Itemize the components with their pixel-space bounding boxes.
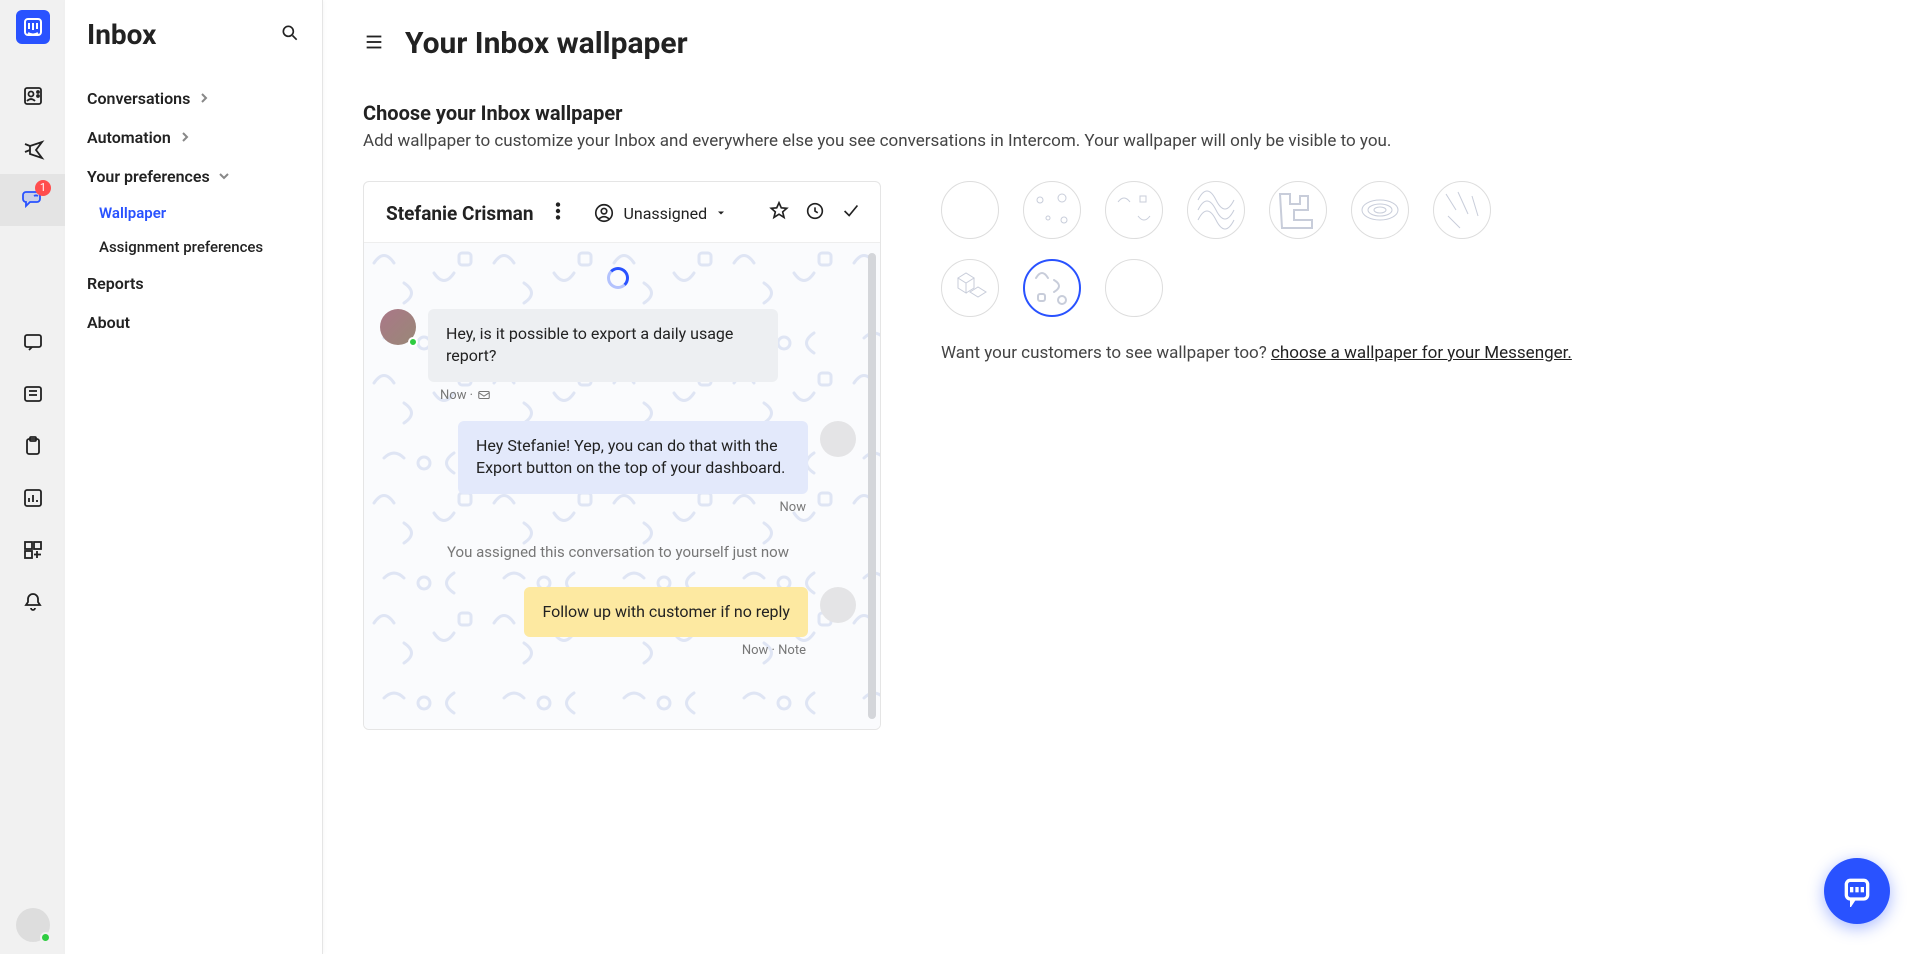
- panel-title: Inbox: [87, 18, 156, 51]
- nav-wallpaper[interactable]: Wallpaper: [99, 196, 300, 230]
- chevron-down-icon: [218, 167, 230, 186]
- toggle-nav-button[interactable]: [363, 31, 385, 57]
- nav-automation[interactable]: Automation: [87, 118, 300, 157]
- wallpaper-option-shards[interactable]: [1433, 181, 1491, 239]
- incoming-message: Hey, is it possible to export a daily us…: [428, 309, 778, 382]
- mail-icon: [477, 388, 491, 402]
- rail-user-avatar[interactable]: [16, 908, 50, 942]
- rail-apps[interactable]: [0, 524, 65, 576]
- wallpaper-option-topo[interactable]: [1351, 181, 1409, 239]
- chevron-right-icon: [198, 89, 210, 108]
- wallpaper-option-wave[interactable]: [1105, 181, 1163, 239]
- wallpaper-picker: Want your customers to see wallpaper too…: [941, 181, 1572, 363]
- icon-rail: 1: [0, 0, 65, 954]
- chevron-right-icon: [179, 128, 191, 147]
- logo-icon: [21, 15, 45, 39]
- outgoing-message: Hey Stefanie! Yep, you can do that with …: [458, 421, 808, 494]
- assignee-dropdown[interactable]: Unassigned: [593, 202, 727, 224]
- rail-messages[interactable]: [0, 316, 65, 368]
- clock-icon: [804, 200, 826, 222]
- loading-spinner-icon: [607, 267, 629, 289]
- nav-about[interactable]: About: [87, 303, 300, 342]
- rail-articles[interactable]: [0, 368, 65, 420]
- search-button[interactable]: [280, 23, 300, 47]
- preview-contact-name: Stefanie Crisman: [386, 202, 533, 225]
- nav-conversations[interactable]: Conversations: [87, 79, 300, 118]
- note-meta: Now · Note: [380, 643, 806, 658]
- section-title: Choose your Inbox wallpaper: [363, 101, 1880, 125]
- section-subtitle: Add wallpaper to customize your Inbox an…: [363, 131, 1880, 151]
- user-circle-icon: [593, 202, 615, 224]
- wallpaper-option-blank2[interactable]: [1105, 259, 1163, 317]
- teammate-avatar: [820, 587, 856, 623]
- rail-send[interactable]: [0, 122, 65, 174]
- wallpaper-option-lattice[interactable]: [1187, 181, 1245, 239]
- teammate-avatar: [820, 421, 856, 457]
- caret-down-icon: [715, 207, 727, 219]
- customer-avatar: [380, 309, 416, 345]
- messenger-icon: [1841, 875, 1873, 907]
- hamburger-icon: [363, 31, 385, 53]
- outgoing-meta: Now: [380, 500, 806, 515]
- online-indicator-icon: [40, 932, 51, 943]
- messenger-widget[interactable]: [1824, 858, 1890, 924]
- messenger-wallpaper-link[interactable]: choose a wallpaper for your Messenger.: [1271, 343, 1572, 363]
- main-content: Your Inbox wallpaper Choose your Inbox w…: [323, 0, 1920, 954]
- rail-conversations[interactable]: 1: [0, 174, 65, 226]
- wallpaper-option-cubes[interactable]: [941, 259, 999, 317]
- rail-clipboard[interactable]: [0, 420, 65, 472]
- rail-conversations-badge: 1: [35, 180, 51, 196]
- note-message: Follow up with customer if no reply: [524, 587, 808, 637]
- kebab-icon: [547, 200, 569, 222]
- nav-panel: Inbox Conversations Automation Your pref…: [65, 0, 323, 954]
- scrollbar[interactable]: [868, 253, 876, 719]
- wallpaper-option-dots[interactable]: [1023, 181, 1081, 239]
- picker-footer: Want your customers to see wallpaper too…: [941, 343, 1572, 363]
- star-button[interactable]: [768, 200, 790, 226]
- snooze-button[interactable]: [804, 200, 826, 226]
- conversation-preview: Stefanie Crisman Unassigned: [363, 181, 881, 730]
- star-icon: [768, 200, 790, 222]
- rail-contacts[interactable]: [0, 70, 65, 122]
- check-icon: [840, 200, 862, 222]
- nav-reports[interactable]: Reports: [87, 264, 300, 303]
- rail-notifications[interactable]: [0, 576, 65, 628]
- page-title: Your Inbox wallpaper: [405, 26, 688, 61]
- search-icon: [280, 23, 300, 43]
- rail-reports[interactable]: [0, 472, 65, 524]
- system-note: You assigned this conversation to yourse…: [380, 543, 856, 561]
- app-logo[interactable]: [16, 10, 50, 44]
- nav-your-preferences[interactable]: Your preferences: [87, 157, 300, 196]
- wallpaper-option-none[interactable]: [941, 181, 999, 239]
- close-button[interactable]: [840, 200, 862, 226]
- nav-assignment-preferences[interactable]: Assignment preferences: [99, 230, 300, 264]
- wallpaper-option-doodle[interactable]: [1023, 259, 1081, 317]
- more-actions-button[interactable]: [547, 200, 569, 226]
- wallpaper-option-maze[interactable]: [1269, 181, 1327, 239]
- incoming-meta: Now ·: [440, 388, 856, 403]
